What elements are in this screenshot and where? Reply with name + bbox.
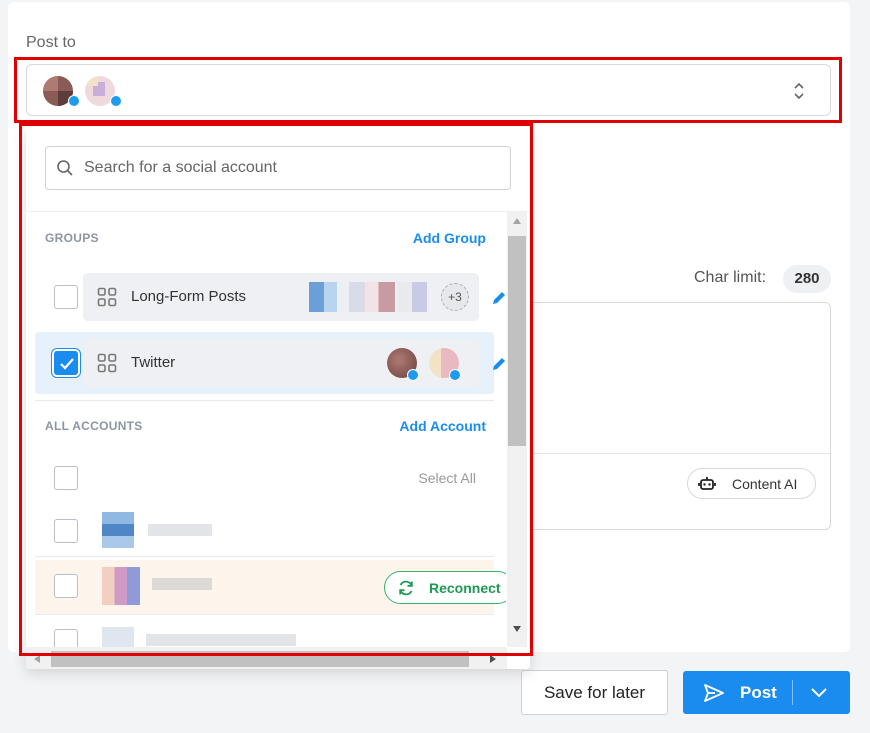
chevron-up-down-icon [794,82,804,100]
account-list: GROUPS Add Group Long-Form Posts +3 Twit… [26,212,506,647]
editor-divider [521,453,830,454]
grid-icon [97,353,117,373]
reconnect-button[interactable]: Reconnect [384,571,506,604]
post-editor[interactable]: Content AI [520,302,831,530]
account-checkbox[interactable] [54,574,78,598]
scroll-down-icon[interactable] [512,625,522,633]
group-checkbox-twitter[interactable] [54,351,78,375]
twitter-badge-icon [407,369,419,381]
group-member-avatar [309,282,339,312]
edit-icon[interactable] [491,356,506,372]
group-member-avatar [337,282,367,312]
reconnect-label: Reconnect [429,580,501,596]
add-account-link[interactable]: Add Account [399,418,486,434]
scroll-right-icon[interactable] [489,654,497,664]
account-checkbox[interactable] [54,519,78,543]
account-avatar [102,627,134,647]
section-divider [35,400,494,401]
all-accounts-heading: ALL ACCOUNTS [45,419,143,433]
select-all-checkbox[interactable] [54,466,78,490]
vertical-scrollbar[interactable] [507,212,527,647]
groups-heading: GROUPS [45,231,99,245]
scroll-up-icon[interactable] [512,217,522,225]
add-group-link[interactable]: Add Group [413,230,486,246]
chevron-down-icon[interactable] [810,686,828,698]
group-name: Long-Form Posts [131,288,247,305]
twitter-badge-icon [110,95,122,107]
content-ai-button[interactable]: Content AI [687,468,816,499]
char-limit-label: Char limit: [694,269,767,286]
group-item-twitter[interactable]: Twitter [83,339,479,387]
content-ai-label: Content AI [732,476,798,492]
group-member-avatar [397,282,427,312]
account-name [148,524,212,536]
account-name [146,634,296,646]
scroll-left-icon[interactable] [33,654,41,664]
select-all-label[interactable]: Select All [418,470,476,486]
vertical-scroll-thumb[interactable] [508,236,526,446]
post-button[interactable]: Post [683,671,850,714]
account-checkbox[interactable] [54,629,78,647]
grid-icon [97,287,117,307]
robot-icon [698,477,716,490]
horizontal-scroll-thumb[interactable] [51,651,469,667]
row-divider [35,614,494,615]
group-member-avatar [365,282,395,312]
button-separator [792,680,793,705]
row-divider [35,556,494,557]
twitter-badge-icon [68,95,80,107]
edit-icon[interactable] [491,290,506,306]
group-name: Twitter [131,354,176,371]
search-icon [57,160,73,176]
group-checkbox-long-form-posts[interactable] [54,285,78,309]
account-avatar [102,512,134,548]
account-dropdown: GROUPS Add Group Long-Form Posts +3 [26,126,530,669]
refresh-icon [399,580,413,596]
save-for-later-button[interactable]: Save for later [521,670,668,715]
char-limit-badge: 280 [783,265,831,293]
twitter-badge-icon [449,369,461,381]
search-box[interactable] [45,146,511,190]
group-item-long-form-posts[interactable]: Long-Form Posts +3 [83,273,479,321]
horizontal-scrollbar[interactable] [26,647,507,669]
search-input[interactable] [84,147,504,189]
account-name [152,578,212,590]
post-to-label: Post to [26,34,76,51]
more-accounts-badge: +3 [441,283,469,311]
account-selector[interactable] [26,64,831,116]
post-label: Post [740,683,777,702]
send-icon [704,684,724,702]
account-avatar [102,567,140,605]
